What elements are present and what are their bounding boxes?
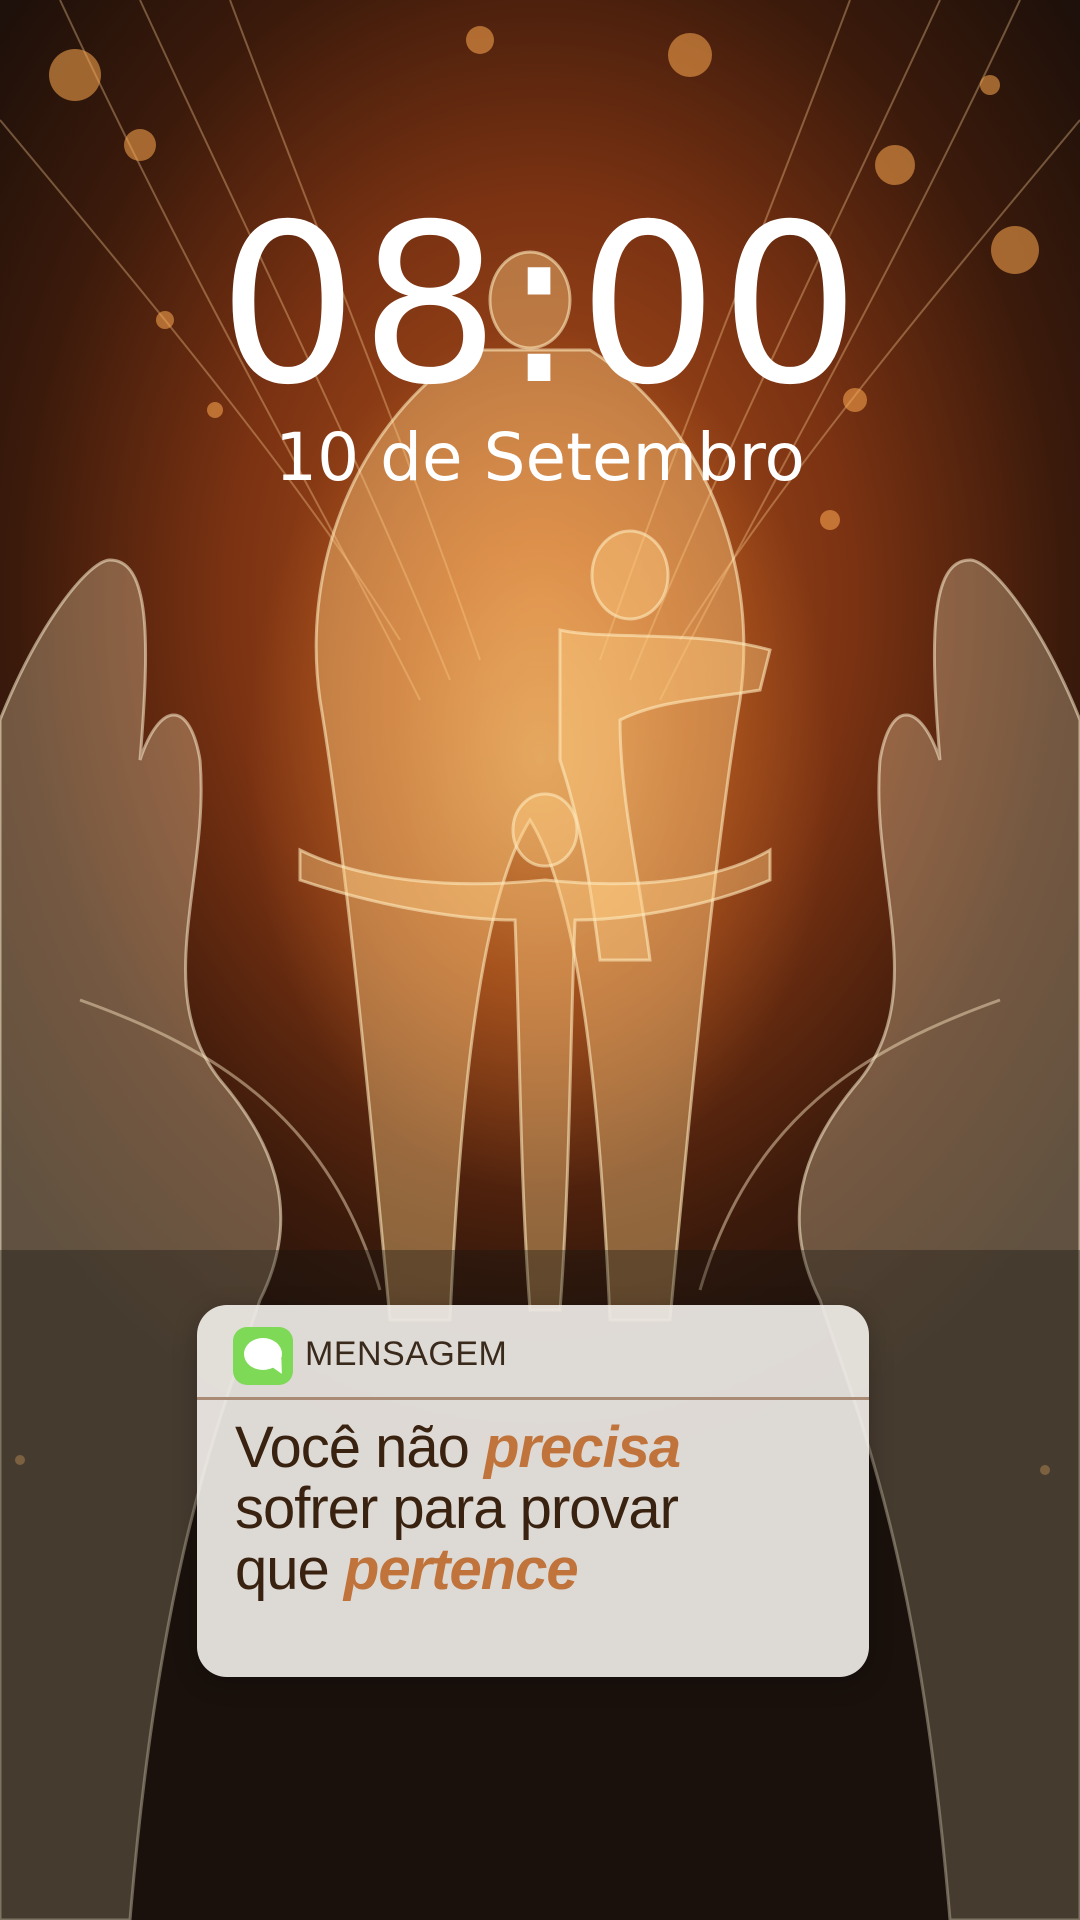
message-text-part: que bbox=[235, 1537, 344, 1602]
lock-screen-time: 08:00 bbox=[217, 177, 862, 433]
message-bubble-icon bbox=[233, 1327, 293, 1385]
message-accent-word: pertence bbox=[343, 1537, 579, 1602]
notification-header: MENSAGEM bbox=[197, 1305, 869, 1400]
lock-screen: 08:00 10 de Setembro MENSAGEM Você não p… bbox=[0, 0, 1080, 1920]
message-accent-word: precisa bbox=[484, 1415, 681, 1480]
message-text-part: Você não bbox=[235, 1415, 484, 1480]
message-notification[interactable]: MENSAGEM Você não precisa sofrer para pr… bbox=[197, 1305, 869, 1677]
notification-message: Você não precisa sofrer para provar que … bbox=[235, 1417, 845, 1600]
lock-screen-date: 10 de Setembro bbox=[275, 419, 805, 496]
notification-app-name: MENSAGEM bbox=[305, 1335, 508, 1373]
message-text-part: sofrer para provar bbox=[235, 1476, 679, 1541]
